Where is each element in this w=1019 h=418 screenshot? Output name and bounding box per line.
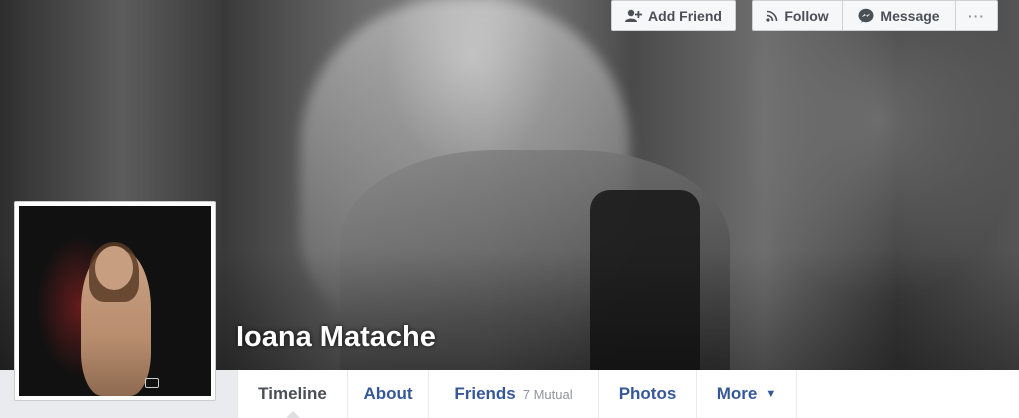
tab-friends[interactable]: Friends 7 Mutual — [429, 370, 599, 418]
follow-button[interactable]: Follow — [752, 0, 843, 31]
message-label: Message — [880, 7, 940, 24]
messenger-icon — [858, 8, 874, 24]
tab-photos-label: Photos — [618, 384, 677, 403]
add-friend-icon — [625, 9, 643, 23]
photographer-logo-icon — [145, 378, 159, 388]
avatar-figure-head — [95, 246, 133, 290]
tab-friends-label: Friends — [454, 384, 516, 403]
tab-about-label: About — [363, 384, 413, 403]
more-options-button[interactable]: ··· — [955, 0, 998, 31]
more-options-icon: ··· — [968, 7, 985, 24]
profile-name[interactable]: Ioana Matache — [236, 321, 436, 354]
profile-picture-image — [19, 206, 211, 396]
caret-down-icon: ▼ — [765, 388, 777, 400]
active-tab-indicator — [285, 411, 300, 418]
add-friend-label: Add Friend — [648, 7, 722, 24]
profile-picture[interactable] — [14, 201, 216, 401]
tab-photos[interactable]: Photos — [599, 370, 697, 418]
message-button[interactable]: Message — [842, 0, 956, 31]
profile-tabs: Timeline About Friends 7 Mutual Photos M… — [237, 370, 1019, 418]
tab-more[interactable]: More ▼ — [697, 370, 797, 418]
add-friend-button[interactable]: Add Friend — [611, 0, 736, 31]
tab-about[interactable]: About — [348, 370, 429, 418]
follow-label: Follow — [784, 7, 829, 24]
mutual-friends-count: 7 Mutual — [522, 386, 573, 402]
rss-icon — [766, 10, 778, 22]
tab-timeline[interactable]: Timeline — [238, 370, 348, 418]
tab-timeline-label: Timeline — [258, 384, 327, 403]
tab-more-label: More — [716, 384, 758, 403]
